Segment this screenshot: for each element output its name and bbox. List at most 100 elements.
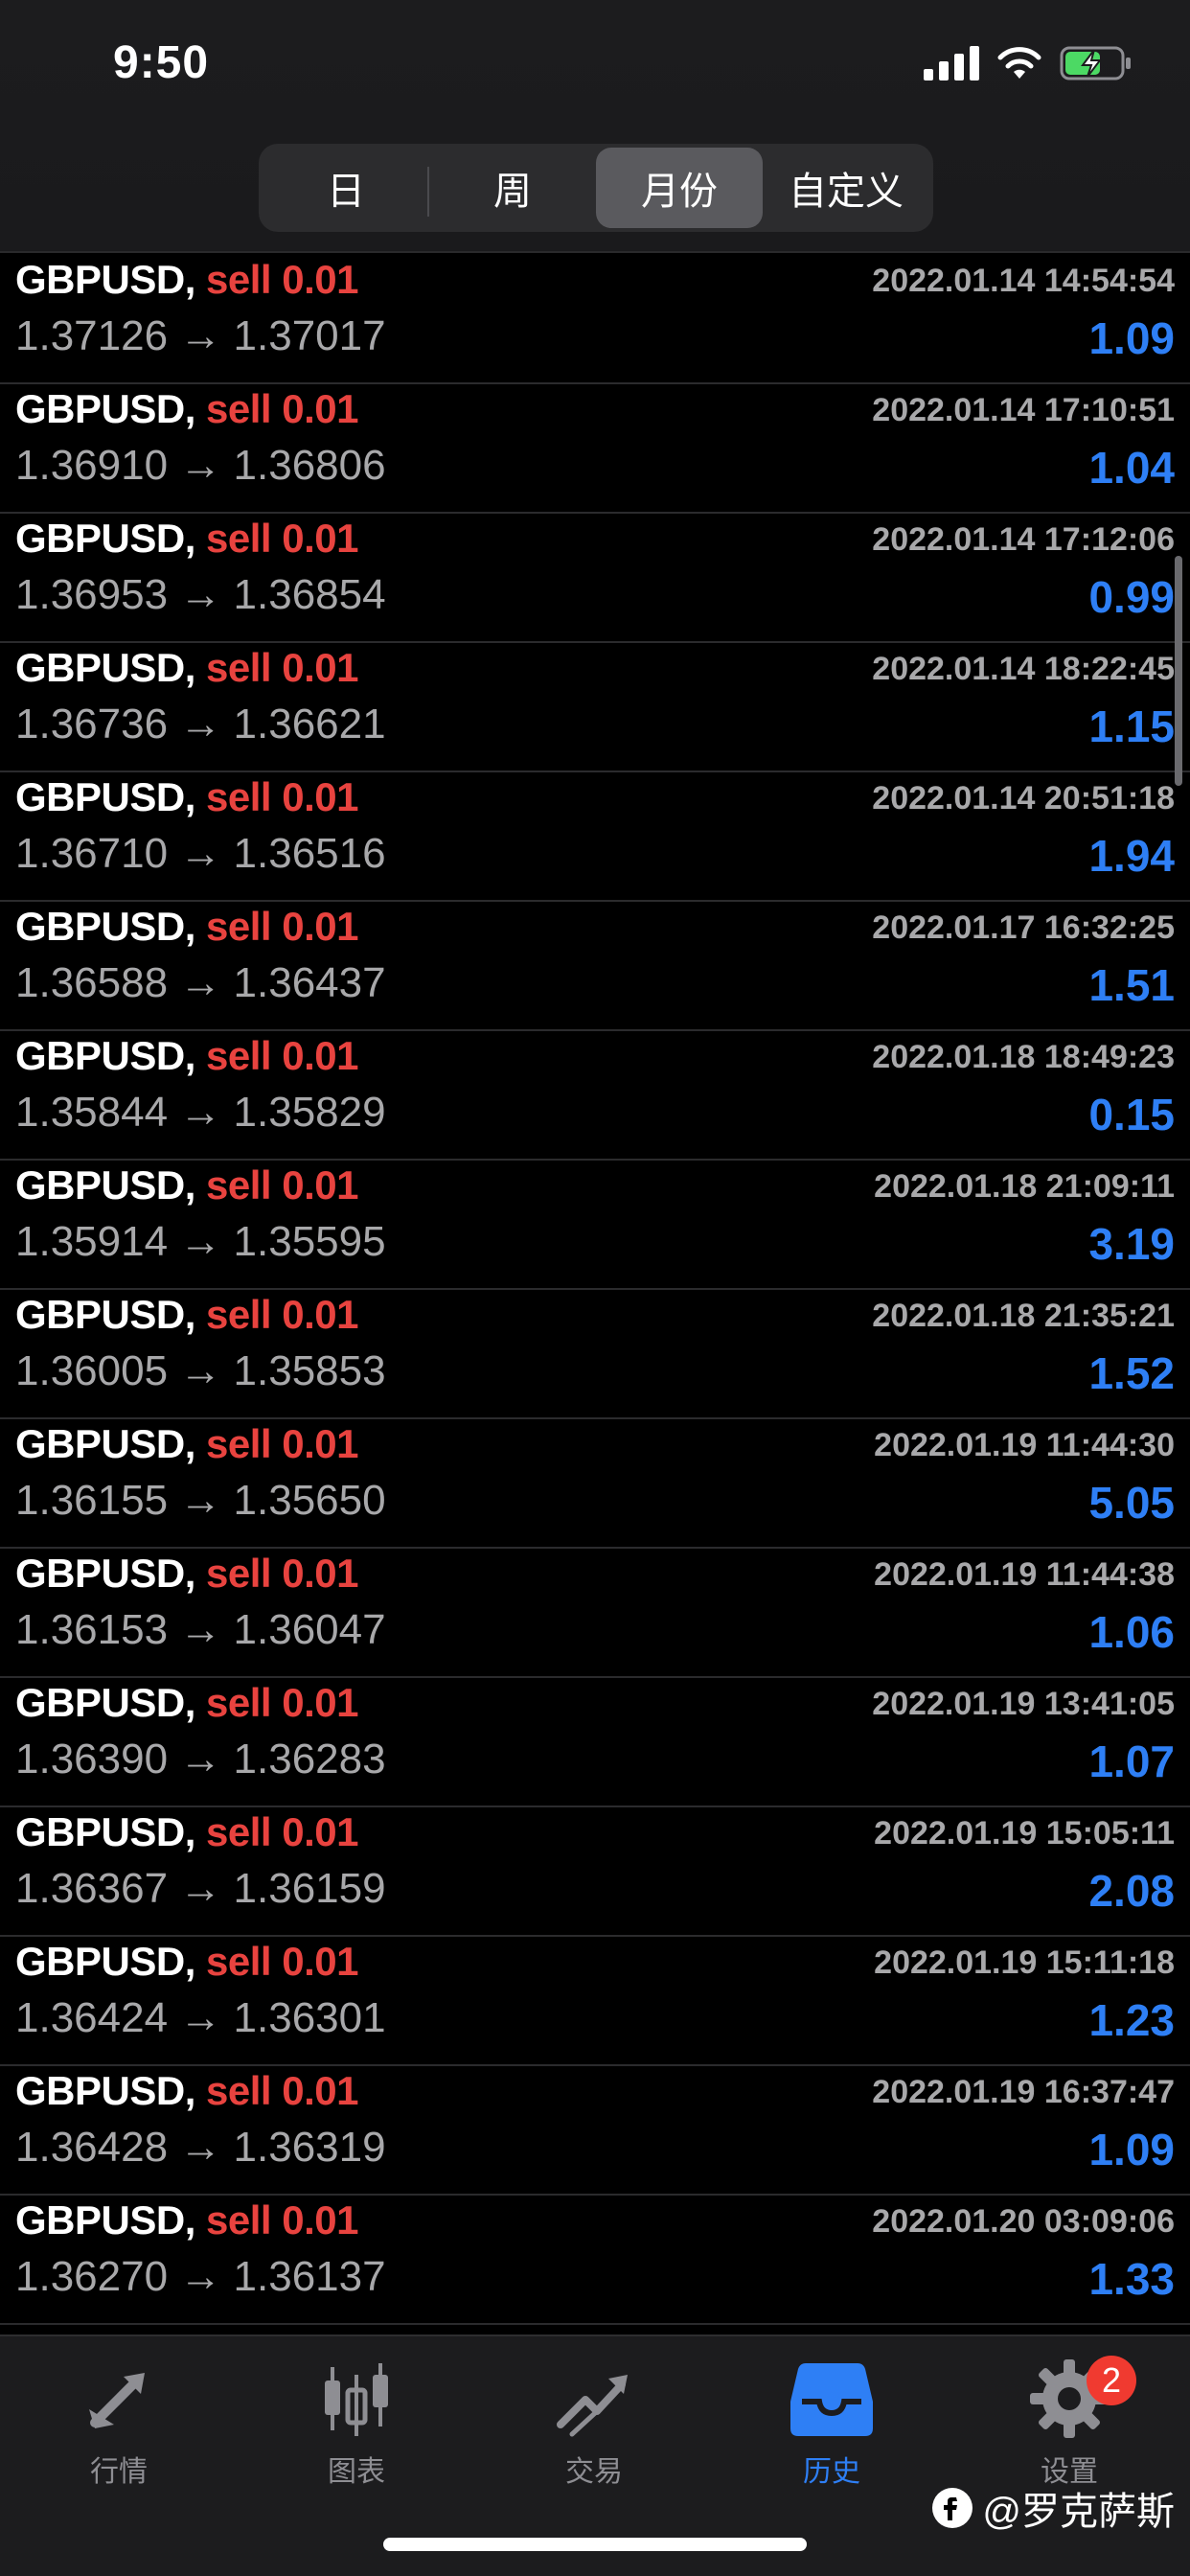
trade-symbol-line: GBPUSD, sell 0.01 — [15, 2068, 358, 2114]
trade-datetime: 2022.01.19 15:11:18 — [874, 1944, 1175, 1981]
open-price: 1.35914 — [15, 1218, 169, 1265]
trade-side: sell 0.01 — [206, 645, 358, 690]
trade-row[interactable]: GBPUSD, sell 0.01 2022.01.18 21:35:21 1.36… — [0, 1290, 1190, 1419]
trade-row[interactable]: GBPUSD, sell 0.01 2022.01.14 17:12:06 1.36… — [0, 514, 1190, 643]
segment-3[interactable]: 自定义 — [763, 148, 929, 228]
trade-symbol: GBPUSD, — [15, 1680, 195, 1725]
trade-row[interactable]: GBPUSD, sell 0.01 2022.01.18 18:49:23 1.35… — [0, 1031, 1190, 1161]
trade-symbol-line: GBPUSD, sell 0.01 — [15, 774, 358, 820]
trade-row[interactable]: GBPUSD, sell 0.01 2022.01.19 15:05:11 1.36… — [0, 1807, 1190, 1937]
trade-profit: 0.15 — [1088, 1090, 1175, 1139]
trade-symbol: GBPUSD, — [15, 1551, 195, 1596]
history-inbox-icon — [790, 2363, 873, 2436]
trade-symbol-line: GBPUSD, sell 0.01 — [15, 2197, 358, 2243]
trade-symbol-line: GBPUSD, sell 0.01 — [15, 257, 358, 303]
arrow-right-icon: → — [179, 1736, 222, 1782]
trade-profit: 1.04 — [1088, 443, 1175, 493]
trade-side: sell 0.01 — [206, 2068, 358, 2113]
trade-row[interactable]: GBPUSD, sell 0.01 2022.01.17 16:32:25 1.36… — [0, 902, 1190, 1031]
trade-row[interactable]: GBPUSD, sell 0.01 2022.01.19 11:44:38 1.36… — [0, 1549, 1190, 1678]
trade-side: sell 0.01 — [206, 1551, 358, 1596]
trade-datetime: 2022.01.14 17:12:06 — [872, 521, 1175, 558]
tab-history[interactable]: 历史 — [736, 2356, 927, 2499]
trade-symbol-line: GBPUSD, sell 0.01 — [15, 1292, 358, 1338]
trade-side: sell 0.01 — [206, 1162, 358, 1208]
close-price: 1.36319 — [233, 2124, 386, 2171]
open-price: 1.36367 — [15, 1865, 169, 1912]
trade-side: sell 0.01 — [206, 904, 358, 949]
arrow-right-icon: → — [179, 1477, 222, 1524]
trade-side: sell 0.01 — [206, 774, 358, 819]
trade-prices: 1.36428 → 1.36319 — [15, 2124, 386, 2172]
tab-label: 交易 — [565, 2456, 623, 2488]
trade-profit: 1.23 — [1088, 1995, 1175, 2045]
close-price: 1.35595 — [233, 1218, 386, 1265]
trade-datetime: 2022.01.19 11:44:30 — [874, 1427, 1175, 1463]
trade-prices: 1.36367 → 1.36159 — [15, 1865, 386, 1913]
history-screen: 9:50 日周月份自定义 GBPUSD, sell 0.012022.01. — [0, 0, 1190, 2576]
trade-row[interactable]: GBPUSD, sell 0.01 2022.01.19 13:41:05 1.36… — [0, 1678, 1190, 1807]
open-price: 1.36910 — [15, 442, 169, 489]
trade-prices: 1.35914 → 1.35595 — [15, 1218, 386, 1266]
open-price: 1.36588 — [15, 959, 169, 1006]
trade-history-list[interactable]: GBPUSD, sell 0.01 2022.01.14 14:54:54 1.37… — [0, 255, 1190, 2334]
trade-symbol: GBPUSD, — [15, 1809, 195, 1854]
trade-row[interactable]: GBPUSD, sell 0.01 2022.01.18 21:09:11 1.35… — [0, 1161, 1190, 1290]
trade-prices: 1.36710 → 1.36516 — [15, 830, 386, 878]
trade-row[interactable]: GBPUSD, sell 0.01 2022.01.20 03:09:06 1.36… — [0, 2196, 1190, 2325]
trade-row[interactable]: GBPUSD, sell 0.01 2022.01.14 20:51:18 1.36… — [0, 772, 1190, 902]
trade-symbol: GBPUSD, — [15, 1292, 195, 1337]
trade-row[interactable]: GBPUSD, sell 0.01 2022.01.19 15:11:18 1.36… — [0, 1937, 1190, 2066]
close-price: 1.36283 — [233, 1736, 386, 1782]
trade-row[interactable]: GBPUSD, sell 0.01 2022.01.14 14:54:54 1.37… — [0, 255, 1190, 384]
segment-label: 月份 — [641, 171, 718, 213]
tab-trade[interactable]: 交易 — [498, 2356, 690, 2499]
tab-quotes[interactable]: 行情 — [23, 2356, 215, 2499]
trade-datetime: 2022.01.14 20:51:18 — [872, 780, 1175, 816]
trade-symbol: GBPUSD, — [15, 1421, 195, 1466]
period-segmented-control: 日 周 月份 自定义 — [259, 144, 933, 232]
notification-badge: 2 — [1087, 2356, 1136, 2405]
close-price: 1.36159 — [233, 1865, 386, 1912]
trade-symbol-line: GBPUSD, sell 0.01 — [15, 1033, 358, 1079]
home-indicator[interactable] — [383, 2538, 807, 2551]
scrollbar[interactable] — [1175, 556, 1182, 786]
weibo-logo-icon — [932, 2488, 973, 2528]
trade-trend-icon — [557, 2375, 628, 2437]
trade-datetime: 2022.01.18 18:49:23 — [872, 1039, 1175, 1075]
trade-prices: 1.36270 → 1.36137 — [15, 2253, 386, 2301]
trade-prices: 1.36005 → 1.35853 — [15, 1347, 386, 1395]
trade-prices: 1.36588 → 1.36437 — [15, 959, 386, 1007]
close-price: 1.36516 — [233, 830, 386, 877]
arrow-right-icon: → — [179, 312, 222, 359]
tab-charts[interactable]: 图表 — [261, 2356, 452, 2499]
trade-row[interactable]: GBPUSD, sell 0.01 2022.01.14 18:22:45 1.36… — [0, 643, 1190, 772]
trade-profit: 1.52 — [1088, 1348, 1175, 1398]
header: 9:50 日 周 月份 自定义 — [0, 0, 1190, 253]
trade-row[interactable]: GBPUSD, sell 0.01 2022.01.19 16:37:47 1.36… — [0, 2066, 1190, 2196]
trade-prices: 1.36424 → 1.36301 — [15, 1994, 386, 2042]
segment-0[interactable]: 日 — [263, 148, 429, 228]
trade-profit: 1.07 — [1088, 1736, 1175, 1786]
tab-settings[interactable]: 2 设置 — [973, 2356, 1165, 2499]
trade-symbol-line: GBPUSD, sell 0.01 — [15, 1551, 358, 1597]
trade-profit: 5.05 — [1088, 1478, 1175, 1528]
trade-side: sell 0.01 — [206, 516, 358, 561]
segment-1[interactable]: 周 — [429, 148, 596, 228]
trade-symbol-line: GBPUSD, sell 0.01 — [15, 386, 358, 432]
cellular-signal-icon — [924, 46, 979, 80]
trade-row[interactable]: GBPUSD, sell 0.01 2022.01.14 17:10:51 1.36… — [0, 384, 1190, 514]
trade-symbol: GBPUSD, — [15, 645, 195, 690]
arrow-right-icon: → — [179, 1347, 222, 1394]
close-price: 1.36047 — [233, 1606, 386, 1653]
trade-row[interactable]: GBPUSD, sell 0.01 2022.01.19 11:44:30 1.36… — [0, 1419, 1190, 1549]
segment-2[interactable]: 月份 — [596, 148, 763, 228]
close-price: 1.36854 — [233, 571, 386, 618]
trade-datetime: 2022.01.18 21:09:11 — [874, 1168, 1175, 1205]
trade-profit: 1.15 — [1088, 702, 1175, 751]
open-price: 1.36153 — [15, 1606, 169, 1653]
watermark: @罗克萨斯 — [930, 2480, 1175, 2536]
trade-prices: 1.36910 → 1.36806 — [15, 442, 386, 490]
trade-datetime: 2022.01.19 11:44:38 — [874, 1556, 1175, 1593]
segment-label: 自定义 — [789, 171, 904, 213]
